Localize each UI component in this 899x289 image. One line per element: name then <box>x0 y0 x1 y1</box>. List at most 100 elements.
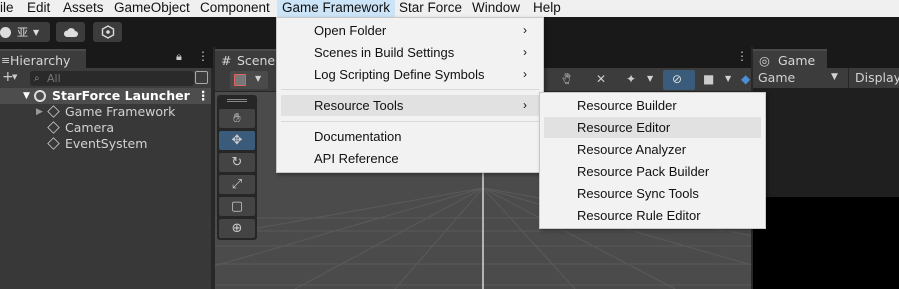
menu-gameobject[interactable]: GameObject <box>114 0 190 17</box>
menu-item-documentation[interactable]: Documentation <box>281 126 539 147</box>
menu-help[interactable]: Help <box>533 0 561 17</box>
menu-item-log-scripting-define-symbols[interactable]: Log Scripting Define Symbols › <box>281 64 539 85</box>
lock-icon[interactable]: 🔒︎ <box>176 50 182 64</box>
tree-item[interactable]: Camera <box>0 120 211 136</box>
transform-tool[interactable]: ⊕ <box>219 219 255 238</box>
menu-item-scenes-in-build-settings[interactable]: Scenes in Build Settings › <box>281 42 539 63</box>
menu-assets[interactable]: Assets <box>63 0 104 17</box>
menu-item-label: Log Scripting Define Symbols <box>314 67 485 82</box>
cloud-button[interactable] <box>56 22 85 42</box>
menu-item-resource-pack-builder[interactable]: Resource Pack Builder <box>544 161 761 182</box>
palette-handle[interactable] <box>227 99 247 102</box>
menu-item-label: Resource Pack Builder <box>577 164 710 179</box>
menu-item-api-reference[interactable]: API Reference <box>281 148 539 169</box>
move-icon: ✥ <box>231 133 243 148</box>
tree-item-label: Camera <box>65 120 115 135</box>
menu-item-resource-tools[interactable]: Resource Tools › <box>281 95 539 116</box>
menu-star-force[interactable]: Star Force <box>399 0 462 17</box>
gameobject-cube-icon <box>47 121 60 134</box>
game-view[interactable]: Game ▼ Display <box>753 68 899 289</box>
account-dropdown[interactable]: 亚 ▼ <box>0 22 50 42</box>
resource-tools-submenu: Resource Builder Resource Editor Resourc… <box>539 92 766 229</box>
scene-effects-icon[interactable]: ✦ <box>626 72 636 86</box>
chevron-right-icon: › <box>523 67 527 81</box>
menu-item-open-folder[interactable]: Open Folder › <box>281 20 539 41</box>
expand-arrow-icon: ▶ <box>36 107 43 117</box>
menu-bar: ile Edit Assets GameObject Component Gam… <box>0 0 899 17</box>
hidden-eye-icon: ⊘ <box>672 72 683 86</box>
menu-component[interactable]: Component <box>200 0 270 17</box>
menu-item-label: Resource Sync Tools <box>577 186 699 201</box>
tree-item-label: EventSystem <box>65 136 148 151</box>
menu-item-label: Documentation <box>314 129 402 144</box>
tree-item-label: Game Framework <box>65 104 176 119</box>
game-view-select-label: Game <box>758 70 796 85</box>
rotate-tool[interactable]: ↻ <box>219 153 255 172</box>
tree-item[interactable]: ▶ Game Framework <box>0 104 211 120</box>
cloud-icon <box>63 27 78 37</box>
game-framework-menu: Open Folder › Scenes in Build Settings ›… <box>276 17 544 173</box>
tree-item[interactable]: EventSystem <box>0 136 211 152</box>
more-options-icon[interactable]: ⋮ <box>197 88 210 104</box>
hand-tool[interactable]: ✋︎ <box>219 109 255 128</box>
collab-icon <box>101 25 114 39</box>
tree-item-root[interactable]: ▼ StarForce Launcher ⋮ <box>0 88 211 104</box>
hierarchy-search-input[interactable]: ⌕ All <box>30 71 194 86</box>
chevron-down-icon: ▼ <box>255 74 262 83</box>
display-select-label: Display <box>855 70 899 85</box>
rect-tool[interactable]: ▢ <box>219 197 255 216</box>
menu-item-resource-sync-tools[interactable]: Resource Sync Tools <box>544 183 761 204</box>
draw-mode-dropdown[interactable]: ▼ <box>230 71 268 89</box>
hierarchy-panel: + ▼ ⌕ All ▼ StarForce Launcher ⋮ ▶ Game … <box>0 68 211 289</box>
menu-game-framework[interactable]: Game Framework <box>277 0 396 17</box>
rect-icon: ▢ <box>230 199 244 214</box>
hierarchy-tabbar: ≡ Hierarchy 🔒︎ ⋮ <box>0 47 213 68</box>
draw-mode-icon <box>234 74 246 86</box>
tab-hierarchy[interactable]: ≡ Hierarchy <box>0 49 86 68</box>
tab-game[interactable]: ◎ Game <box>753 49 827 68</box>
search-filter-icon[interactable] <box>195 71 208 84</box>
hand-icon: ✋︎ <box>233 111 241 126</box>
menu-window[interactable]: Window <box>472 0 520 17</box>
menu-item-label: Scenes in Build Settings <box>314 45 455 60</box>
menu-item-resource-builder[interactable]: Resource Builder <box>544 95 761 116</box>
hierarchy-toolbar: + ▼ ⌕ All <box>0 68 211 88</box>
account-label: 亚 <box>17 26 28 39</box>
chevron-down-icon: ▼ <box>647 74 654 83</box>
collab-button[interactable] <box>93 22 122 42</box>
tab-scene-label: Scene <box>237 53 276 68</box>
account-icon <box>0 26 11 38</box>
menu-file[interactable]: ile <box>0 0 14 17</box>
camera-icon[interactable]: ■ <box>703 72 714 86</box>
search-icon: ⌕ <box>34 73 40 84</box>
tab-hierarchy-label: Hierarchy <box>10 53 71 68</box>
game-view-select[interactable]: Game ▼ <box>753 68 845 88</box>
more-options-icon[interactable]: ⋮ <box>197 49 209 63</box>
tree-item-root-label: StarForce Launcher <box>52 88 190 103</box>
scale-tool[interactable]: ⤢ <box>219 175 255 194</box>
menu-item-resource-rule-editor[interactable]: Resource Rule Editor <box>544 205 761 226</box>
menu-edit[interactable]: Edit <box>27 0 50 17</box>
tab-scene[interactable]: # Scene <box>215 49 277 68</box>
menu-item-label: Resource Tools <box>314 98 404 113</box>
visibility-toggle[interactable]: ⊘ <box>663 70 695 90</box>
fx-mute-icon[interactable]: ✕ <box>596 72 606 86</box>
rotate-icon: ↻ <box>231 155 243 170</box>
gameobject-cube-icon <box>47 105 60 118</box>
menu-item-resource-editor[interactable]: Resource Editor <box>544 117 761 138</box>
display-select[interactable]: Display <box>848 68 899 88</box>
game-view-canvas <box>753 88 899 197</box>
game-toolbar: Game ▼ Display <box>753 68 899 88</box>
menu-item-resource-analyzer[interactable]: Resource Analyzer <box>544 139 761 160</box>
menu-item-label: API Reference <box>314 151 399 166</box>
dropdown-arrow-icon: ▼ <box>831 72 838 82</box>
move-tool[interactable]: ✥ <box>219 131 255 150</box>
expand-arrow-icon: ▼ <box>23 91 30 101</box>
tab-game-label: Game <box>778 53 816 68</box>
more-options-icon[interactable]: ⋮ <box>736 49 748 63</box>
gizmos-icon[interactable]: ◆ <box>741 72 750 86</box>
unity-scene-icon <box>34 90 46 102</box>
gameobject-cube-icon <box>47 137 60 150</box>
chevron-right-icon: › <box>523 45 527 59</box>
audio-icon[interactable]: 🖐︎ <box>562 72 571 87</box>
